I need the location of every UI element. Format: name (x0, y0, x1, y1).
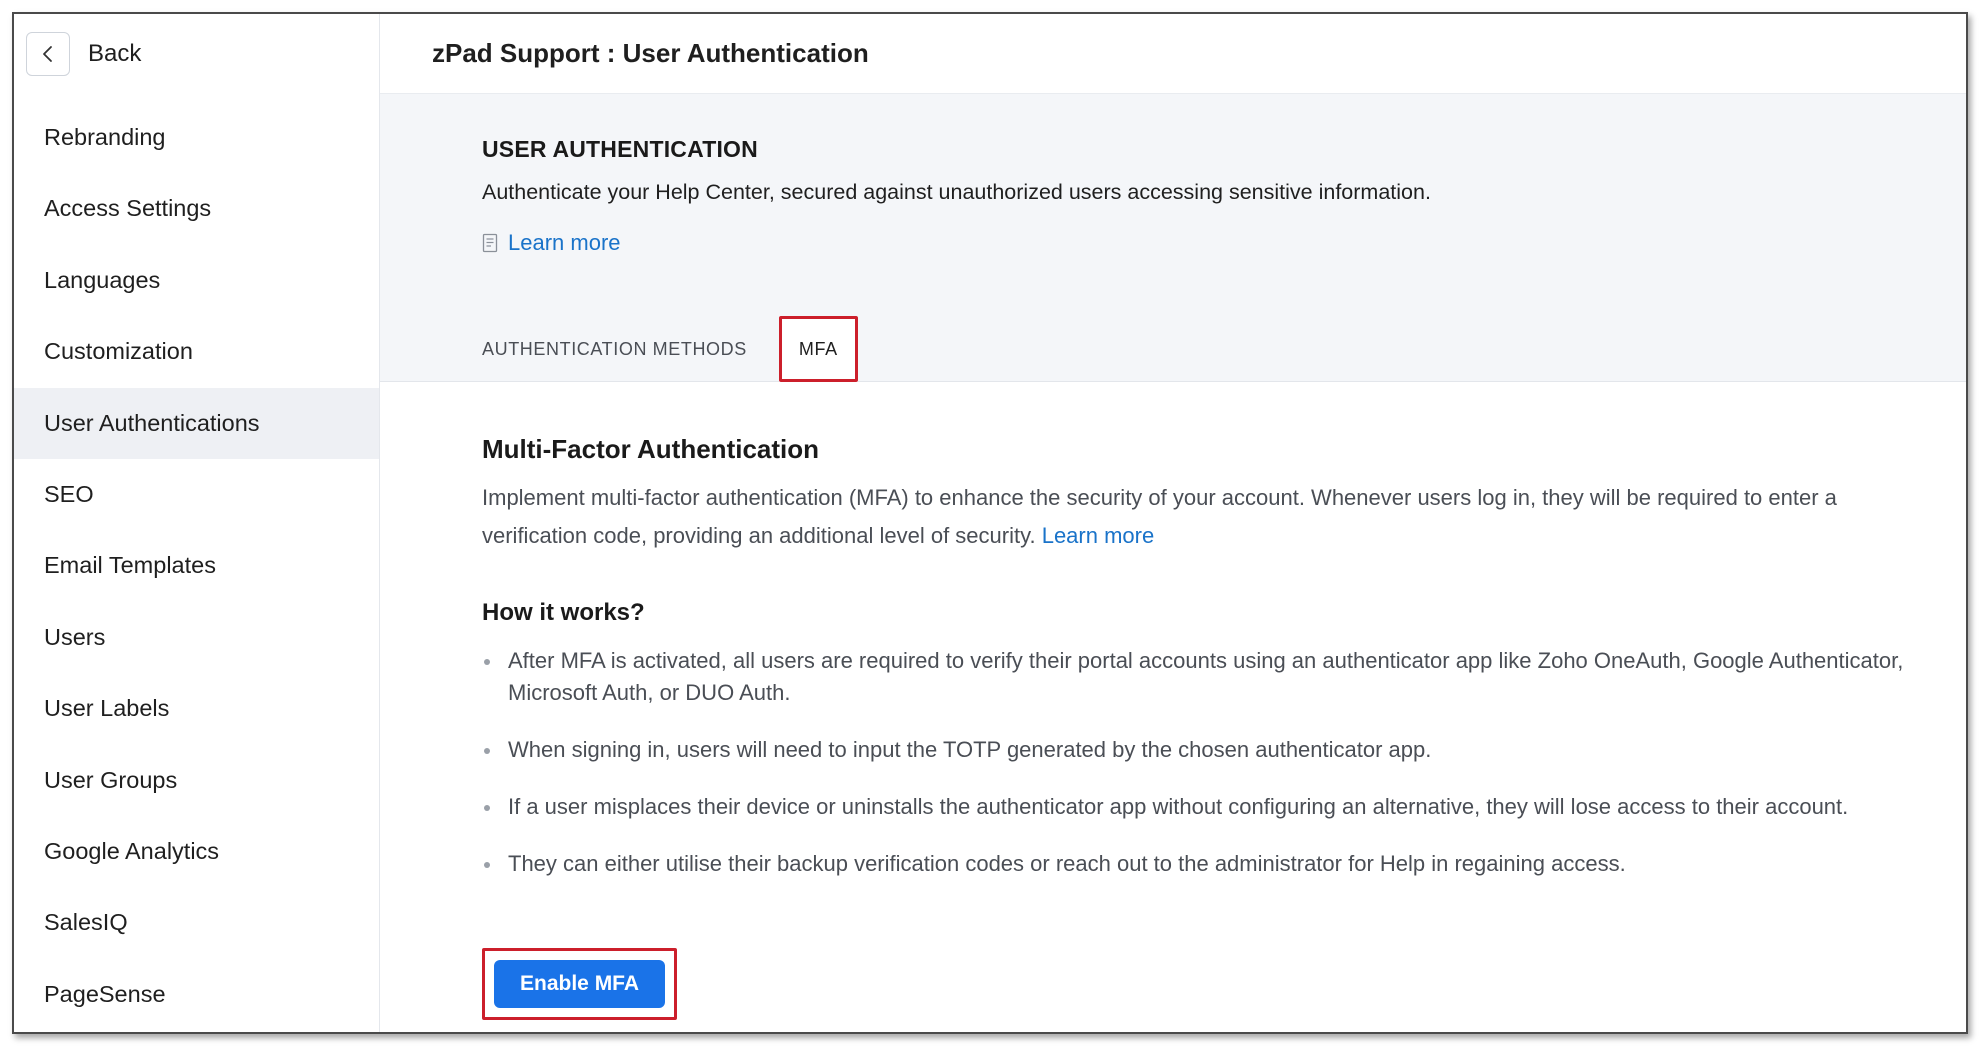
tab-authentication-methods[interactable]: AUTHENTICATION METHODS (482, 316, 747, 382)
chevron-left-icon (43, 46, 52, 62)
sidebar-item-google-analytics[interactable]: Google Analytics (14, 816, 379, 887)
how-it-works-title: How it works? (482, 599, 645, 626)
section-heading: USER AUTHENTICATION (482, 136, 758, 162)
sidebar-item-access-settings[interactable]: Access Settings (14, 173, 379, 244)
enable-mfa-button[interactable]: Enable MFA (494, 960, 666, 1008)
sidebar-item-user-labels[interactable]: User Labels (14, 673, 379, 744)
sidebar-item-customization[interactable]: Customization (14, 316, 379, 387)
back-button[interactable] (26, 32, 70, 76)
mfa-learn-more-link[interactable]: Learn more (1042, 523, 1155, 548)
list-item: If a user misplaces their device or unin… (482, 791, 1912, 823)
how-it-works-list: After MFA is activated, all users are re… (482, 645, 1912, 880)
sidebar-item-email-templates[interactable]: Email Templates (14, 530, 379, 601)
sidebar-nav: Rebranding Access Settings Languages Cus… (14, 102, 379, 1030)
back-label[interactable]: Back (88, 40, 141, 68)
mfa-description-text: Implement multi-factor authentication (M… (482, 485, 1837, 548)
top-bar: zPad Support : User Authentication (380, 14, 1966, 94)
list-item: They can either utilise their backup ver… (482, 848, 1912, 880)
app-window: Back Rebranding Access Settings Language… (12, 12, 1968, 1034)
sidebar-item-users[interactable]: Users (14, 602, 379, 673)
section-description: Authenticate your Help Center, secured a… (482, 180, 1431, 204)
back-row: Back (26, 32, 141, 76)
mfa-description: Implement multi-factor authentication (M… (482, 479, 1912, 555)
learn-more-label[interactable]: Learn more (508, 230, 621, 256)
sidebar-item-salesiq[interactable]: SalesIQ (14, 887, 379, 958)
sidebar-item-seo[interactable]: SEO (14, 459, 379, 530)
learn-more-link[interactable]: Learn more (482, 230, 621, 256)
sidebar: Back Rebranding Access Settings Language… (14, 14, 380, 1032)
list-item: When signing in, users will need to inpu… (482, 734, 1912, 766)
mfa-title: Multi-Factor Authentication (482, 434, 820, 464)
sidebar-item-pagesense[interactable]: PageSense (14, 959, 379, 1030)
tab-mfa[interactable]: MFA (778, 316, 858, 382)
mfa-content: Multi-Factor Authentication Implement mu… (482, 434, 1912, 905)
document-icon (482, 233, 498, 253)
sidebar-item-languages[interactable]: Languages (14, 245, 379, 316)
enable-mfa-highlight: Enable MFA (482, 948, 678, 1020)
list-item: After MFA is activated, all users are re… (482, 645, 1912, 709)
sidebar-item-user-authentications[interactable]: User Authentications (14, 387, 379, 459)
section-header-panel: USER AUTHENTICATION Authenticate your He… (380, 94, 1966, 382)
main-panel: zPad Support : User Authentication USER … (380, 14, 1966, 1032)
sidebar-item-rebranding[interactable]: Rebranding (14, 102, 379, 173)
page-title: zPad Support : User Authentication (432, 38, 869, 68)
sidebar-item-user-groups[interactable]: User Groups (14, 745, 379, 816)
tab-bar: AUTHENTICATION METHODS MFA (482, 316, 858, 382)
